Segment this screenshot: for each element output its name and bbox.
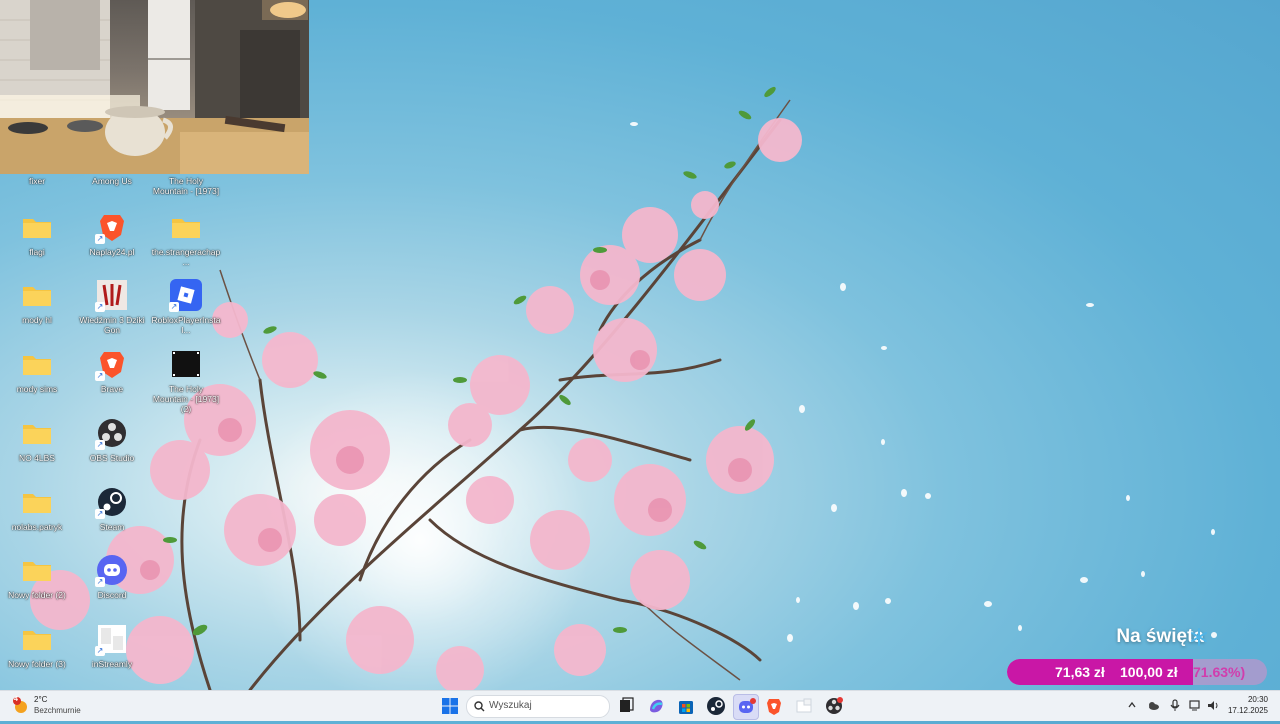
- tray-clock[interactable]: 20:30 17.12.2025: [1228, 694, 1268, 716]
- brave-icon: ↗: [95, 210, 129, 244]
- weather-description: Bezchmurnie: [34, 706, 81, 715]
- desktop-icon[interactable]: ↗ Wiedźmin 3 Dziki Gon: [77, 278, 147, 335]
- desktop-icon-label: mody hl: [22, 315, 52, 325]
- desktop-icon[interactable]: ↗ Steam: [77, 485, 147, 532]
- desktop-icon-label: Nowy folder (3): [8, 659, 66, 669]
- desktop-icon-label: Naplay24.pl: [89, 247, 135, 257]
- folder-icon: [169, 210, 203, 244]
- shortcut-arrow-icon: ↗: [95, 440, 105, 450]
- desktop-icon[interactable]: mody hl: [2, 278, 72, 325]
- desktop-icon-label: RobloxPlayerInstal...: [151, 315, 221, 335]
- desktop-icon[interactable]: ↗ Naplay24.pl: [77, 210, 147, 257]
- tray-date: 17.12.2025: [1227, 706, 1268, 715]
- brave-icon: ↗: [95, 347, 129, 381]
- microphone-icon[interactable]: [1170, 699, 1180, 712]
- windows-start-icon[interactable]: [438, 694, 462, 718]
- desktop-icon-label: Nowy folder (2): [8, 590, 66, 600]
- witcher-icon: ↗: [95, 278, 129, 312]
- obs-taskbar-icon[interactable]: [822, 694, 846, 718]
- weather-temperature: 2°C: [34, 695, 48, 704]
- desktop-icon-label: Wiedźmin 3 Dziki Gon: [79, 315, 145, 335]
- desktop-icon[interactable]: ↗ Brave: [77, 347, 147, 394]
- tray-overflow-chevron-icon[interactable]: [1127, 700, 1137, 710]
- search-icon: [474, 701, 485, 712]
- desktop-icon[interactable]: The Holy Mountain - [1973] (2): [151, 347, 221, 414]
- steam-taskbar-icon[interactable]: [704, 694, 728, 718]
- tray-time: 20:30: [1247, 695, 1268, 704]
- desktop-icon[interactable]: ↗ Discord: [77, 553, 147, 600]
- donation-goal-target: 100,00 zł: [1120, 664, 1178, 680]
- desktop-icon-label: flagi: [29, 247, 45, 257]
- desktop-icon[interactable]: ↗ RobloxPlayerInstal...: [151, 278, 221, 335]
- volume-icon[interactable]: [1207, 699, 1220, 712]
- discord-taskbar-button[interactable]: [733, 694, 759, 720]
- desktop-icon-label: mody sims: [16, 384, 58, 394]
- shortcut-arrow-icon: ↗: [169, 302, 179, 312]
- shortcut-arrow-icon: ↗: [95, 234, 105, 244]
- desktop-icon-label: the.strangerachap...: [151, 247, 221, 267]
- webcam-overlay: [0, 0, 309, 174]
- donation-goal-current: 71,63 zł: [1055, 664, 1105, 680]
- desktop-icon[interactable]: Among Us: [77, 176, 147, 186]
- folder-icon: [20, 416, 54, 450]
- search-placeholder: Wyszukaj: [489, 700, 532, 711]
- folder-icon: [20, 278, 54, 312]
- taskbar: 4 2°C Bezchmurnie Wyszukaj 20:30 17.12.2…: [0, 690, 1280, 721]
- desktop-icon-label: The Holy Mountain - [1973]: [152, 176, 220, 196]
- donation-goal-percent: 71.63%): [1193, 664, 1246, 680]
- file-explorer-icon[interactable]: [792, 694, 816, 718]
- desktop-icon-label: inStreamly: [91, 659, 133, 669]
- desktop-icon[interactable]: the.strangerachap...: [151, 210, 221, 267]
- taskbar-search-box[interactable]: Wyszukaj: [466, 695, 610, 718]
- copilot-icon[interactable]: [644, 694, 668, 718]
- obs-icon: ↗: [95, 416, 129, 450]
- desktop-icon[interactable]: Nowy folder (2): [2, 553, 72, 600]
- network-icon[interactable]: [1189, 699, 1202, 712]
- roblox-icon: ↗: [169, 278, 203, 312]
- desktop-icon-label: Brave: [100, 384, 124, 394]
- task-view-icon[interactable]: [614, 694, 638, 718]
- steam-icon: ↗: [95, 485, 129, 519]
- desktop-icon-label: nolabs.patryk: [11, 522, 63, 532]
- shortcut-arrow-icon: ↗: [95, 302, 105, 312]
- desktop-icon[interactable]: Nowy folder (3): [2, 622, 72, 669]
- desktop-icon-label: Steam: [99, 522, 125, 532]
- desktop-icon[interactable]: ↗ inStreamly: [77, 622, 147, 669]
- desktop-icon[interactable]: ↗ OBS Studio: [77, 416, 147, 463]
- onedrive-tray-icon[interactable]: [1147, 699, 1160, 712]
- folder-icon: [20, 553, 54, 587]
- instreamly-icon: ↗: [95, 622, 129, 656]
- weather-widget[interactable]: 4 2°C Bezchmurnie: [12, 694, 122, 718]
- microsoft-store-icon[interactable]: [674, 694, 698, 718]
- desktop-icon-label: Discord: [97, 590, 127, 600]
- shortcut-arrow-icon: ↗: [95, 509, 105, 519]
- desktop-icon-label: fixer: [28, 176, 46, 186]
- desktop-icon-label: The Holy Mountain - [1973] (2): [152, 384, 220, 414]
- snowflake-icon: [1191, 628, 1207, 646]
- folder-icon: [20, 622, 54, 656]
- shortcut-arrow-icon: ↗: [95, 371, 105, 381]
- folder-icon: [20, 485, 54, 519]
- desktop-icon[interactable]: fixer: [2, 176, 72, 186]
- folder-icon: [20, 210, 54, 244]
- desktop-icon[interactable]: The Holy Mountain - [1973]: [151, 176, 221, 196]
- shortcut-arrow-icon: ↗: [95, 646, 105, 656]
- shortcut-arrow-icon: ↗: [95, 577, 105, 587]
- webcam-kitchen-image: [0, 0, 309, 174]
- discord-icon: ↗: [95, 553, 129, 587]
- desktop-icon-label: NO 4LBS: [19, 453, 55, 463]
- desktop-icon[interactable]: mody sims: [2, 347, 72, 394]
- desktop-icon[interactable]: NO 4LBS: [2, 416, 72, 463]
- brave-taskbar-icon[interactable]: [762, 694, 786, 718]
- discord-taskbar-icon: [739, 698, 756, 713]
- desktop-icon-label: Among Us: [92, 176, 132, 186]
- weather-badge: 4: [14, 696, 18, 703]
- donation-goal-progress-bar: 71,63 zł 100,00 zł 71.63%): [1007, 659, 1267, 685]
- desktop-icon-label: OBS Studio: [89, 453, 135, 463]
- desktop-icon[interactable]: nolabs.patryk: [2, 485, 72, 532]
- video-file-icon: [169, 347, 203, 381]
- desktop-icon[interactable]: flagi: [2, 210, 72, 257]
- folder-icon: [20, 347, 54, 381]
